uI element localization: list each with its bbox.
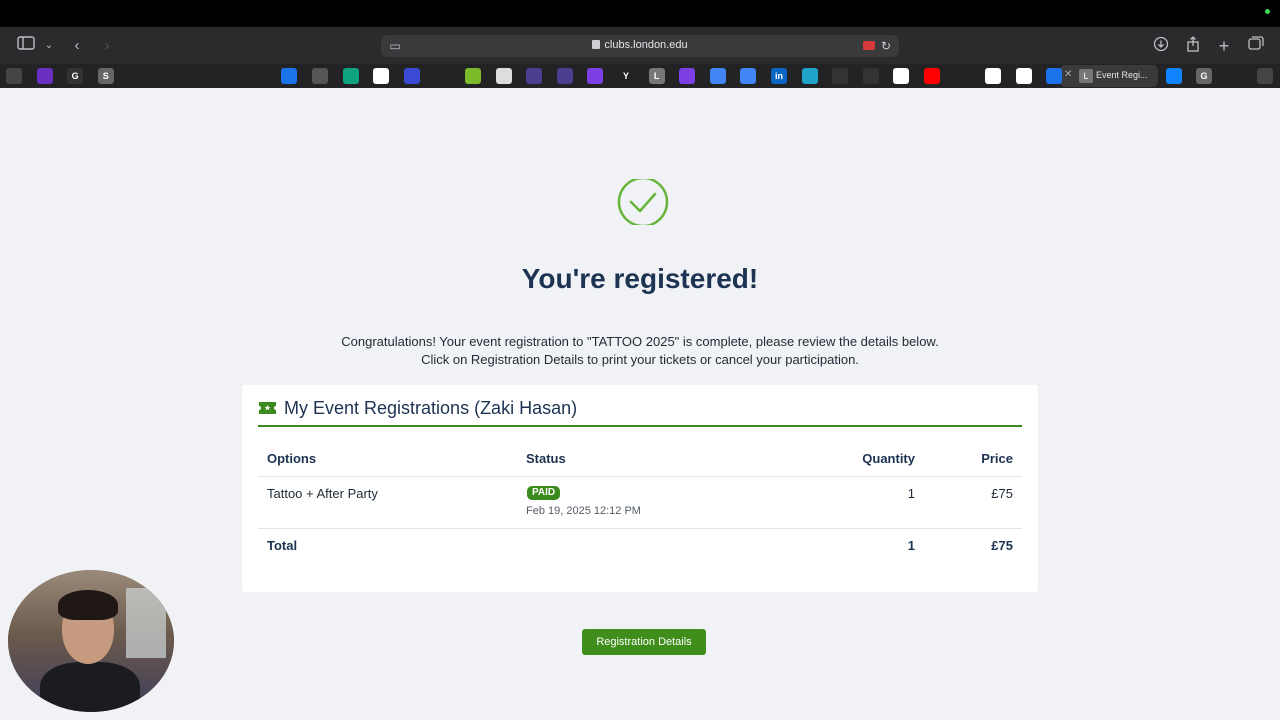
browser-toolbar: ⌄ ‹ › ▭ clubs.london.edu ↻ +: [0, 27, 1280, 64]
header-divider: [258, 476, 1022, 477]
g-letter-icon[interactable]: G: [1196, 68, 1212, 84]
dark-app-icon[interactable]: [128, 68, 145, 84]
recording-indicator-icon: [1265, 9, 1270, 14]
instruction-message: Click on Registration Details to print y…: [421, 352, 859, 367]
google-icon[interactable]: [985, 68, 1002, 84]
github-icon[interactable]: [954, 68, 971, 84]
square-icon[interactable]: [526, 68, 543, 84]
tab-favicon-icon: L: [1079, 69, 1093, 83]
address-bar[interactable]: ▭ clubs.london.edu ↻: [381, 35, 899, 57]
square-icon[interactable]: [556, 68, 573, 84]
openai-icon[interactable]: [6, 68, 22, 84]
total-price: £75: [991, 538, 1013, 553]
new-tab-icon[interactable]: +: [1214, 36, 1234, 56]
page-content: You're registered! Congratulations! Your…: [0, 88, 1280, 720]
close-tab-icon[interactable]: ✕: [1064, 69, 1072, 80]
status-badge: PAID: [527, 486, 561, 500]
row-price: £75: [991, 486, 1013, 501]
forward-icon[interactable]: ›: [97, 36, 117, 56]
card-header: My Event Registrations (Zaki Hasan): [258, 398, 1022, 427]
chart-icon[interactable]: [832, 68, 849, 84]
tab-title: Event Regi...: [1096, 70, 1148, 80]
ring-icon[interactable]: [587, 68, 604, 84]
screen-recording-icon[interactable]: [863, 41, 875, 50]
google-icon[interactable]: [373, 68, 390, 84]
success-check-icon: [617, 179, 669, 225]
column-header-options: Options: [267, 451, 317, 466]
docs-icon[interactable]: [740, 68, 757, 84]
option-name: Tattoo + After Party: [267, 486, 378, 501]
column-header-price: Price: [981, 451, 1013, 466]
chevron-down-icon[interactable]: ⌄: [39, 36, 59, 56]
tab-overview-icon[interactable]: [1246, 36, 1266, 56]
l-letter-icon[interactable]: L: [648, 68, 665, 84]
mail-icon[interactable]: [495, 68, 512, 84]
youtube-icon[interactable]: [924, 68, 940, 84]
tab-event-registration[interactable]: ✕ L Event Regi...: [1060, 65, 1158, 87]
openai-icon[interactable]: [1257, 68, 1273, 84]
ro-icon[interactable]: [434, 68, 451, 84]
confirmation-message: Congratulations! Your event registration…: [341, 334, 939, 349]
registration-details-button[interactable]: Registration Details: [582, 629, 706, 655]
ticket-icon: [259, 402, 276, 414]
back-icon[interactable]: ‹: [67, 36, 87, 56]
dark-app-icon[interactable]: [250, 68, 267, 84]
y-letter-icon[interactable]: Y: [618, 68, 634, 84]
column-header-status: Status: [526, 451, 566, 466]
cube-icon[interactable]: [312, 68, 328, 84]
reload-icon[interactable]: ↻: [881, 38, 895, 54]
g-letter-icon[interactable]: G: [67, 68, 84, 84]
heart-icon[interactable]: [1227, 68, 1243, 84]
row-divider: [258, 528, 1022, 529]
webcam-overlay: [8, 570, 174, 712]
docs-icon[interactable]: [709, 68, 726, 84]
url-text: clubs.london.edu: [604, 39, 688, 51]
chatgpt-icon[interactable]: [342, 68, 359, 84]
system-menu-bar: [0, 0, 1280, 27]
butterfly-icon[interactable]: [1166, 68, 1182, 84]
dark-app-icon[interactable]: [189, 68, 206, 84]
lock-icon: [592, 40, 601, 49]
yahoo-icon[interactable]: [36, 68, 53, 84]
google-icon[interactable]: [1015, 68, 1032, 84]
leaf-icon[interactable]: [465, 68, 481, 84]
row-quantity: 1: [907, 486, 915, 501]
dark-app-icon[interactable]: [220, 68, 237, 84]
ring-icon[interactable]: [679, 68, 696, 84]
share-icon[interactable]: [1183, 36, 1203, 56]
cloud-icon[interactable]: [801, 68, 818, 84]
page-title: You're registered!: [521, 263, 759, 294]
total-label: Total: [267, 538, 298, 553]
chart-icon[interactable]: [862, 68, 879, 84]
dark-app-icon[interactable]: [159, 68, 175, 84]
chrome-icon[interactable]: [1046, 68, 1063, 84]
tab-strip: ✕ L Event Regi... G S Y Lin G: [0, 64, 1280, 88]
total-quantity: 1: [907, 538, 915, 553]
linkedin-icon[interactable]: in: [771, 68, 787, 84]
payment-date: Feb 19, 2025 12:12 PM: [526, 505, 641, 517]
bars-icon[interactable]: [403, 68, 420, 84]
google-icon[interactable]: [893, 68, 910, 84]
calendar-icon[interactable]: [281, 68, 298, 84]
registrations-card: My Event Registrations (Zaki Hasan) Opti…: [242, 385, 1038, 592]
s-letter-icon[interactable]: S: [97, 68, 114, 84]
card-title: My Event Registrations (Zaki Hasan): [284, 398, 578, 418]
downloads-icon[interactable]: [1151, 36, 1171, 56]
sidebar-toggle-icon[interactable]: [16, 36, 36, 56]
column-header-quantity: Quantity: [862, 451, 915, 466]
